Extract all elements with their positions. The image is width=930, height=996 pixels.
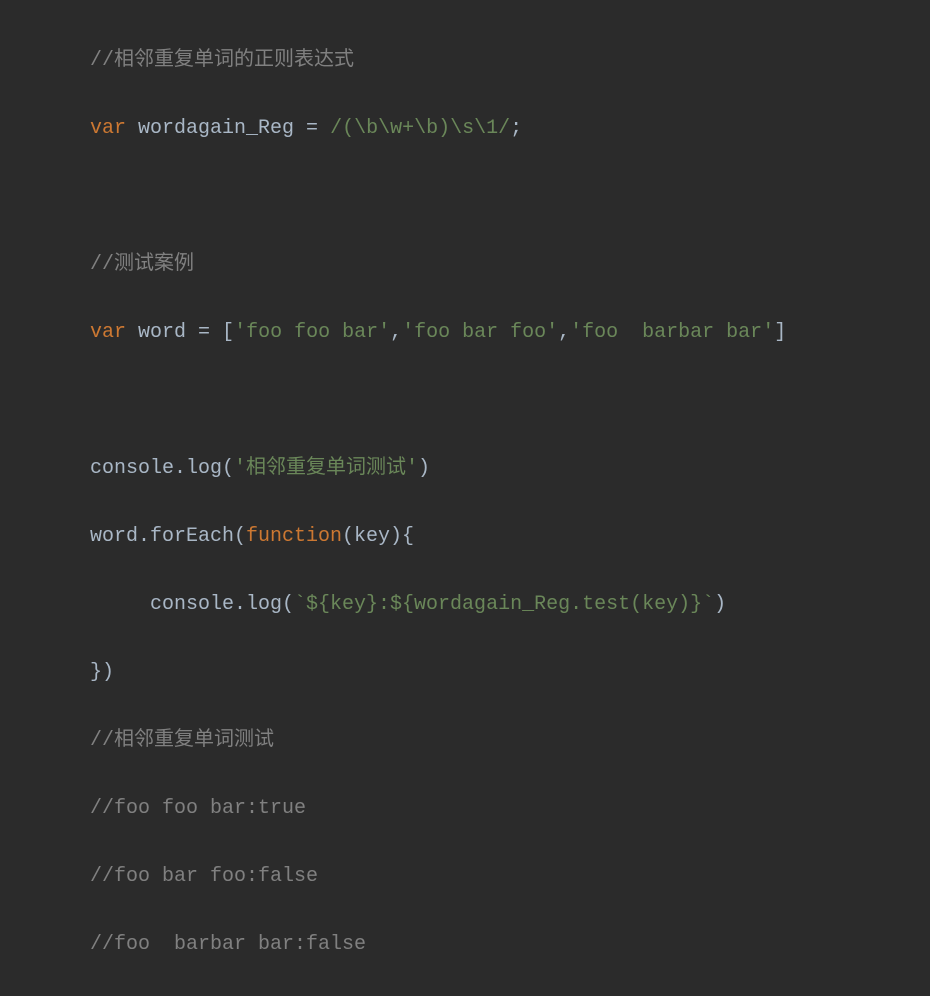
method-call: console.log( (150, 593, 294, 616)
regex-literal: /(\b\w+\b)\s\1/ (330, 117, 510, 140)
string-literal: 'foo bar foo' (402, 321, 558, 344)
code-line-blank (20, 384, 910, 418)
operator: = (306, 117, 330, 140)
operator: = (198, 321, 222, 344)
keyword-var: var (90, 117, 126, 140)
code-editor-content: //相邻重复单词的正则表达式 var wordagain_Reg = /(\b\… (20, 10, 910, 996)
method-call: console.log( (90, 457, 234, 480)
code-line: //foo barbar bar:false (20, 928, 910, 962)
comment-text: //foo barbar bar:false (90, 933, 366, 956)
keyword-var: var (90, 321, 126, 344)
string-literal: 'foo barbar bar' (570, 321, 774, 344)
comment-text: //相邻重复单词的正则表达式 (90, 49, 354, 72)
code-line: word.forEach(function(key){ (20, 520, 910, 554)
comment-text: //相邻重复单词测试 (90, 729, 274, 752)
code-line: //测试案例 (20, 248, 910, 282)
identifier: word (126, 321, 198, 344)
code-line: console.log(`${key}:${wordagain_Reg.test… (20, 588, 910, 622)
method-call: word.forEach( (90, 525, 246, 548)
template-literal: `${key}:${wordagain_Reg.test(key)}` (294, 593, 714, 616)
string-literal: 'foo foo bar' (234, 321, 390, 344)
paren: ) (418, 457, 430, 480)
comma: , (558, 321, 570, 344)
identifier: wordagain_Reg (126, 117, 306, 140)
comment-text: //foo bar foo:false (90, 865, 318, 888)
bracket: ] (774, 321, 786, 344)
semicolon: ; (510, 117, 522, 140)
comment-text: //测试案例 (90, 253, 194, 276)
code-line: //foo bar foo:false (20, 860, 910, 894)
code-line: console.log('相邻重复单词测试') (20, 452, 910, 486)
code-line-blank (20, 180, 910, 214)
keyword-function: function (246, 525, 342, 548)
code-line: //foo foo bar:true (20, 792, 910, 826)
code-line: //相邻重复单词的正则表达式 (20, 44, 910, 78)
string-literal: '相邻重复单词测试' (234, 457, 418, 480)
paren: ) (714, 593, 726, 616)
comma: , (390, 321, 402, 344)
function-params: (key){ (342, 525, 414, 548)
code-line: }) (20, 656, 910, 690)
comment-text: //foo foo bar:true (90, 797, 306, 820)
code-line: //相邻重复单词测试 (20, 724, 910, 758)
closing-braces: }) (90, 661, 114, 684)
bracket: [ (222, 321, 234, 344)
code-line: var wordagain_Reg = /(\b\w+\b)\s\1/; (20, 112, 910, 146)
code-line: var word = ['foo foo bar','foo bar foo',… (20, 316, 910, 350)
